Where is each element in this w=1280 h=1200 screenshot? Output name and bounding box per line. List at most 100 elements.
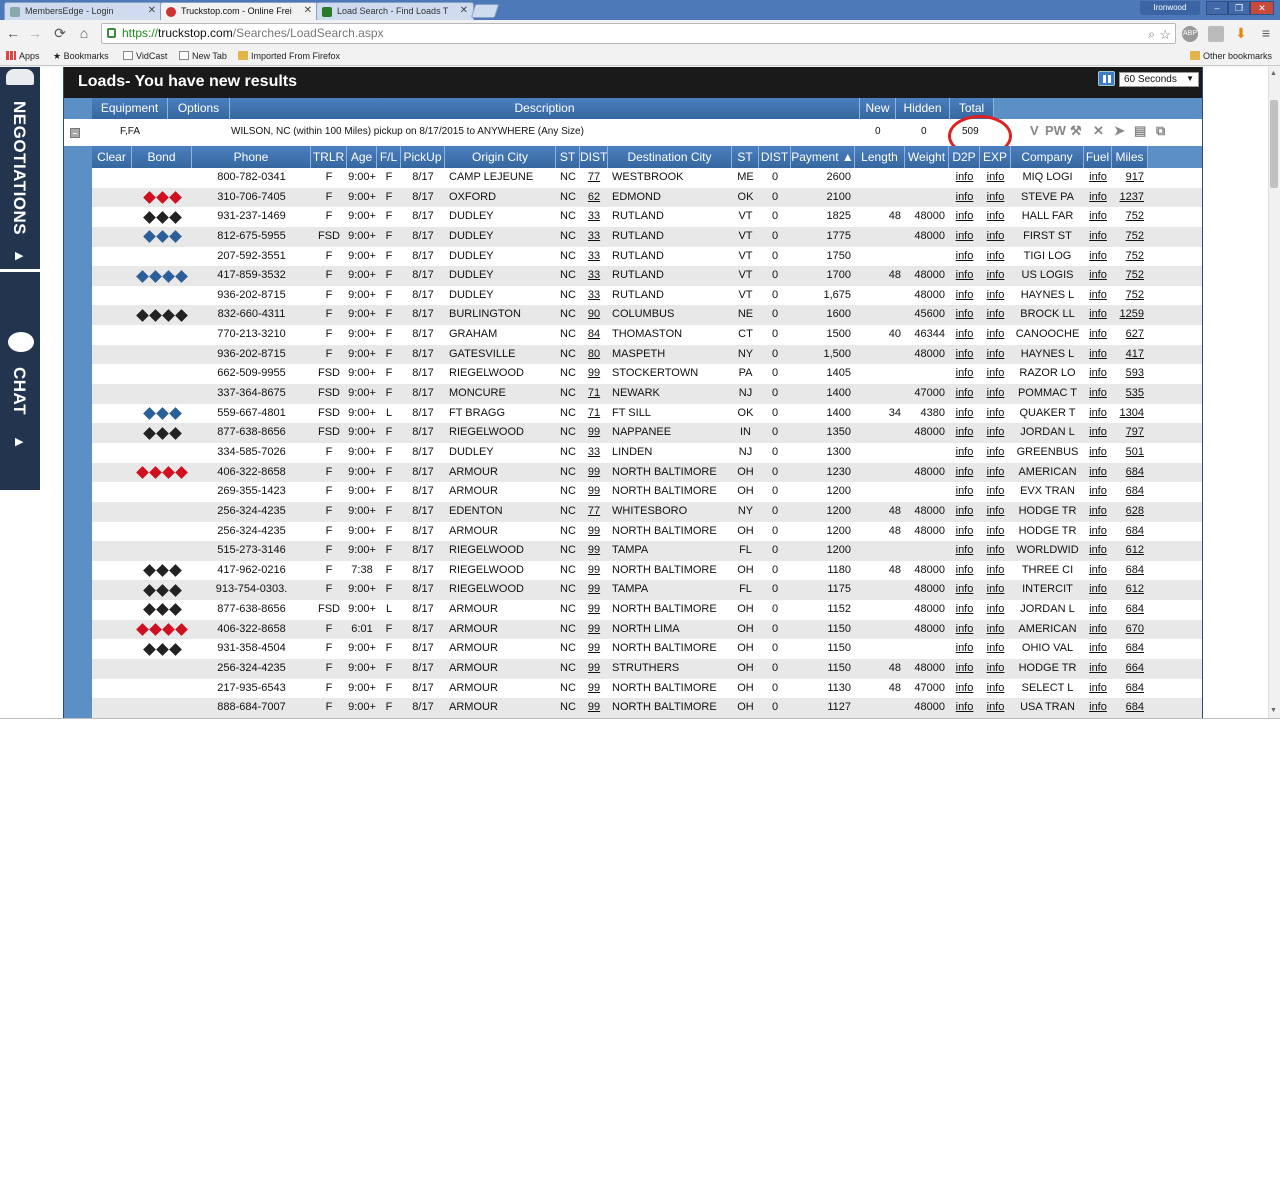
cell-exp[interactable]: info (980, 188, 1011, 208)
clear-cell[interactable] (92, 443, 132, 463)
clear-cell[interactable] (92, 561, 132, 581)
cell-d2p[interactable]: info (949, 522, 980, 542)
cell-miles[interactable]: 684 (1112, 522, 1148, 542)
cell-miles[interactable]: 684 (1112, 679, 1148, 699)
cast-icon[interactable] (1208, 26, 1224, 42)
cell-miles[interactable]: 684 (1112, 482, 1148, 502)
cell-miles[interactable]: 628 (1112, 502, 1148, 522)
cell-exp[interactable]: info (980, 463, 1011, 483)
cell-miles[interactable]: 752 (1112, 266, 1148, 286)
col-st[interactable]: ST (732, 146, 759, 168)
cell-exp[interactable]: info (980, 639, 1011, 659)
cell-d2p[interactable]: info (949, 443, 980, 463)
cell-odist[interactable]: 77 (580, 168, 608, 188)
cell-odist[interactable]: 99 (580, 659, 608, 679)
table-row[interactable]: 931-237-1469 F 9:00+ F 8/17 DUDLEY NC 33 RUTLAND… (92, 207, 1202, 227)
cell-miles[interactable]: 752 (1112, 286, 1148, 306)
cell-d2p[interactable]: info (949, 698, 980, 718)
cell-exp[interactable]: info (980, 207, 1011, 227)
table-row[interactable]: 417-859-3532 F 9:00+ F 8/17 DUDLEY NC 33 RUTLAND… (92, 266, 1202, 286)
cell-miles[interactable]: 627 (1112, 325, 1148, 345)
refresh-interval-select[interactable]: 60 Seconds ▼ (1119, 72, 1199, 87)
cell-fuel[interactable]: info (1084, 188, 1112, 208)
table-row[interactable]: 936-202-8715 F 9:00+ F 8/17 GATESVILLE NC 80 MAS… (92, 344, 1202, 365)
cell-fuel[interactable]: info (1084, 600, 1112, 620)
clear-cell[interactable] (92, 207, 132, 227)
bookmark-new-tab[interactable]: New Tab (179, 51, 227, 61)
clear-cell[interactable] (92, 247, 132, 267)
table-row[interactable]: 888-684-7007 F 9:00+ F 8/17 ARMOUR NC 99 NORTH B… (92, 698, 1202, 718)
collapse-icon[interactable] (70, 128, 80, 138)
cell-d2p[interactable]: info (949, 345, 980, 365)
cell-fuel[interactable]: info (1084, 502, 1112, 522)
clear-cell[interactable] (92, 266, 132, 286)
col-pickup[interactable]: PickUp (401, 146, 445, 168)
table-row[interactable]: 406-322-8658 F 6:01 F 8/17 ARMOUR NC 99 NORTH LI… (92, 619, 1202, 640)
tab-truckstop[interactable]: Truckstop.com - Online Frei ✕ (160, 2, 318, 20)
cell-odist[interactable]: 33 (580, 443, 608, 463)
cell-odist[interactable]: 90 (580, 305, 608, 325)
clear-cell[interactable] (92, 305, 132, 325)
close-icon[interactable]: ✕ (304, 5, 312, 16)
cell-fuel[interactable]: info (1084, 364, 1112, 384)
back-icon[interactable]: ← (5, 25, 21, 41)
cell-fuel[interactable]: info (1084, 247, 1112, 267)
table-row[interactable]: 812-675-5955 FSD 9:00+ F 8/17 DUDLEY NC 33 RUTLA… (92, 226, 1202, 247)
cell-odist[interactable]: 99 (580, 698, 608, 718)
cell-fuel[interactable]: info (1084, 639, 1112, 659)
cell-d2p[interactable]: info (949, 463, 980, 483)
cell-odist[interactable]: 99 (580, 541, 608, 561)
clear-cell[interactable] (92, 168, 132, 188)
cell-fuel[interactable]: info (1084, 404, 1112, 424)
clear-cell[interactable] (92, 482, 132, 502)
close-icon[interactable]: ✕ (460, 5, 468, 16)
bookmark-star-icon[interactable]: ☆ (1159, 25, 1171, 44)
table-row[interactable]: 936-202-8715 F 9:00+ F 8/17 DUDLEY NC 33 RUTLAND… (92, 285, 1202, 306)
scrollbar-thumb[interactable] (1270, 100, 1278, 188)
cell-d2p[interactable]: info (949, 580, 980, 600)
cell-fuel[interactable]: info (1084, 207, 1112, 227)
cell-exp[interactable]: info (980, 325, 1011, 345)
cell-exp[interactable]: info (980, 286, 1011, 306)
cell-fuel[interactable]: info (1084, 227, 1112, 247)
cell-exp[interactable]: info (980, 384, 1011, 404)
address-bar[interactable]: https://truckstop.com/Searches/LoadSearc… (101, 23, 1176, 44)
cell-d2p[interactable]: info (949, 423, 980, 443)
col-destination-city[interactable]: Destination City (608, 146, 732, 168)
cell-exp[interactable]: info (980, 561, 1011, 581)
reload-icon[interactable]: ⟳ (52, 25, 68, 41)
cell-fuel[interactable]: info (1084, 305, 1112, 325)
cell-d2p[interactable]: info (949, 404, 980, 424)
bookmark-apps[interactable]: Apps (6, 51, 40, 61)
col-payment[interactable]: Payment ▲ (791, 146, 855, 168)
chat-tab[interactable]: CHAT ▶ (0, 275, 40, 490)
close-icon[interactable]: ✕ (148, 5, 156, 16)
bookmark-imported-firefox[interactable]: Imported From Firefox (238, 51, 340, 61)
cell-exp[interactable]: info (980, 247, 1011, 267)
clear-cell[interactable] (92, 620, 132, 640)
table-row[interactable]: 256-324-4235 F 9:00+ F 8/17 ARMOUR NC 99 STRUTHE… (92, 659, 1202, 679)
col-age[interactable]: Age (347, 146, 377, 168)
cell-fuel[interactable]: info (1084, 698, 1112, 718)
cell-odist[interactable]: 71 (580, 384, 608, 404)
cell-fuel[interactable]: info (1084, 384, 1112, 404)
cell-miles[interactable]: 752 (1112, 247, 1148, 267)
cell-miles[interactable]: 684 (1112, 600, 1148, 620)
zoom-icon[interactable]: ⌕ (1148, 25, 1155, 44)
col-phone[interactable]: Phone (192, 146, 311, 168)
cell-odist[interactable]: 33 (580, 247, 608, 267)
cell-d2p[interactable]: info (949, 247, 980, 267)
cell-odist[interactable]: 33 (580, 266, 608, 286)
cell-fuel[interactable]: info (1084, 423, 1112, 443)
cell-d2p[interactable]: info (949, 482, 980, 502)
cell-fuel[interactable]: info (1084, 345, 1112, 365)
pause-icon[interactable] (1098, 71, 1115, 86)
cell-odist[interactable]: 99 (580, 482, 608, 502)
profile-name[interactable]: Ironwood (1140, 1, 1200, 15)
clear-cell[interactable] (92, 345, 132, 365)
cell-exp[interactable]: info (980, 482, 1011, 502)
summary-col-new[interactable]: New (860, 98, 896, 119)
table-row[interactable]: 662-509-9955 FSD 9:00+ F 8/17 RIEGELWOOD NC 99 S… (92, 364, 1202, 385)
cell-d2p[interactable]: info (949, 227, 980, 247)
tab-load-search[interactable]: Load Search - Find Loads T ✕ (316, 2, 474, 20)
